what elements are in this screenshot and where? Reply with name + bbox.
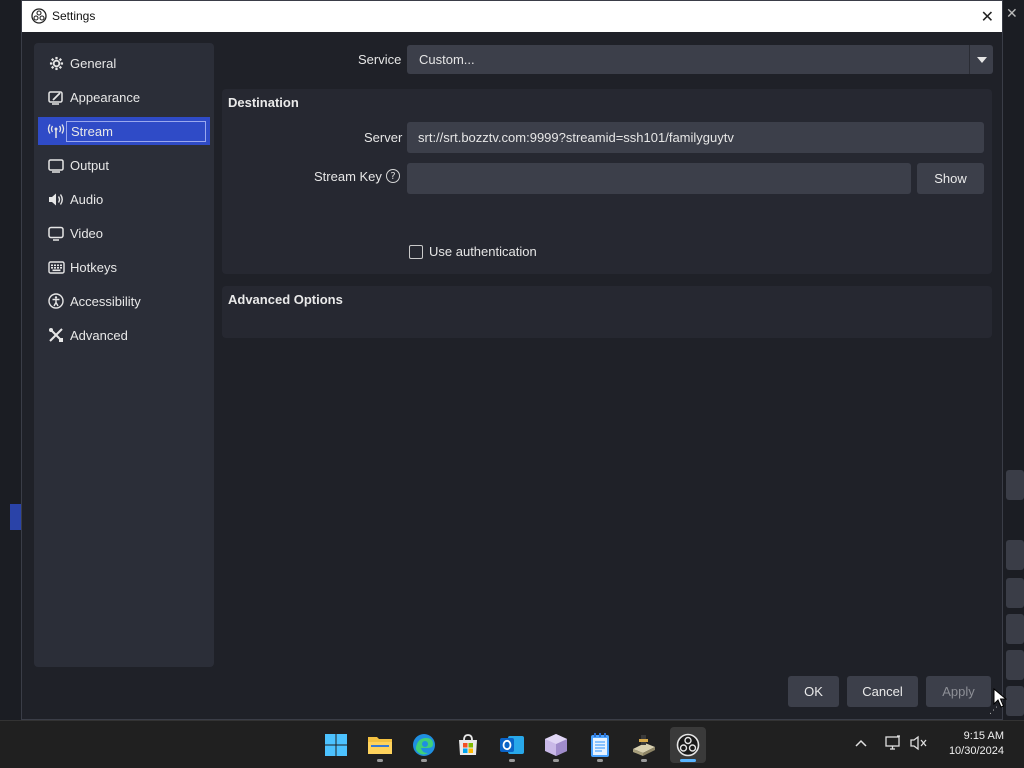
accessibility-icon (45, 293, 67, 309)
background-dock-button (1006, 470, 1024, 500)
tools-icon (45, 327, 67, 343)
background-close-icon: ✕ (1006, 6, 1018, 22)
sidebar-item-appearance[interactable]: Appearance (38, 83, 210, 111)
use-authentication-label[interactable]: Use authentication (429, 244, 537, 259)
running-indicator (641, 759, 647, 762)
outlook-icon[interactable] (494, 727, 530, 763)
server-value: srt://srt.bozztv.com:9999?streamid=ssh10… (418, 130, 734, 145)
sidebar-item-accessibility[interactable]: Accessibility (38, 287, 210, 315)
running-indicator (597, 759, 603, 762)
background-dock-button (1006, 578, 1024, 608)
stream-key-label: Stream Key (314, 169, 382, 184)
antenna-icon (45, 123, 67, 139)
volume-muted-icon[interactable] (910, 735, 928, 755)
speaker-icon (45, 192, 67, 207)
edge-browser-icon[interactable] (406, 727, 442, 763)
obs-taskbar-icon[interactable] (670, 727, 706, 763)
ok-button[interactable]: OK (788, 676, 839, 707)
background-dock-button (1006, 686, 1024, 716)
service-select[interactable]: Custom... (407, 45, 993, 74)
obs-icon (31, 8, 47, 24)
sidebar-item-label: Output (70, 157, 110, 173)
destination-title: Destination (228, 95, 299, 110)
running-indicator (421, 759, 427, 762)
cancel-button[interactable]: Cancel (847, 676, 918, 707)
gear-icon (45, 56, 67, 71)
sidebar-item-stream[interactable]: Stream (38, 117, 210, 145)
clock-time: 9:15 AM (963, 730, 1004, 742)
use-authentication-checkbox[interactable] (409, 245, 423, 259)
sidebar-item-label: Appearance (70, 89, 141, 105)
titlebar: Settings ✕ (22, 1, 1002, 32)
sidebar-item-label: Audio (70, 191, 104, 207)
settings-dialog: Settings ✕ General Appearance Stream Out… (21, 0, 1003, 720)
server-label: Server (364, 130, 403, 145)
network-icon[interactable] (885, 735, 901, 755)
help-icon[interactable]: ? (386, 169, 400, 183)
windows-start-icon[interactable] (318, 727, 354, 763)
background-dock-button (1006, 614, 1024, 644)
microsoft-store-icon[interactable] (450, 727, 486, 763)
show-button[interactable]: Show (917, 163, 984, 194)
window-title: Settings (52, 9, 96, 23)
taskbar-clock[interactable]: 9:15 AM 10/30/2024 (949, 729, 1004, 759)
file-explorer-icon[interactable] (362, 727, 398, 763)
running-indicator (509, 759, 515, 762)
sidebar-item-video[interactable]: Video (38, 219, 210, 247)
server-input[interactable]: srt://srt.bozztv.com:9999?streamid=ssh10… (407, 122, 984, 153)
running-indicator (377, 759, 383, 762)
sidebar-item-general[interactable]: General (38, 49, 210, 77)
service-label: Service (358, 52, 402, 67)
sidebar-item-hotkeys[interactable]: Hotkeys (38, 253, 210, 281)
background-dock-button (1006, 650, 1024, 680)
sidebar-item-audio[interactable]: Audio (38, 185, 210, 213)
running-indicator (680, 759, 696, 762)
chevron-up-icon[interactable] (855, 736, 867, 751)
apply-button[interactable]: Apply (926, 676, 991, 707)
running-indicator (553, 759, 559, 762)
service-value: Custom... (419, 52, 475, 67)
stream-key-input[interactable] (407, 163, 911, 194)
close-icon[interactable]: ✕ (981, 7, 994, 26)
sidebar-item-output[interactable]: Output (38, 151, 210, 179)
notepad-icon[interactable] (582, 727, 618, 763)
clock-date: 10/30/2024 (948, 745, 1004, 757)
chevron-down-icon[interactable] (969, 45, 993, 74)
output-icon (45, 158, 67, 173)
background-left-strip (0, 0, 22, 720)
settings-sidebar: General Appearance Stream Output Audio V… (34, 43, 214, 667)
background-right-strip (1003, 0, 1024, 720)
monitor-icon (45, 226, 67, 241)
sidebar-item-label: General (70, 55, 117, 71)
sidebar-item-label: Advanced (70, 327, 128, 343)
package-icon[interactable] (538, 727, 574, 763)
sidebar-item-advanced[interactable]: Advanced (38, 321, 210, 349)
appearance-icon (45, 90, 67, 105)
sidebar-item-label: Hotkeys (70, 259, 117, 275)
taskbar: 9:15 AM 10/30/2024 (0, 720, 1024, 768)
settings-tool-icon[interactable] (626, 727, 662, 763)
advanced-options-title[interactable]: Advanced Options (228, 292, 343, 307)
keyboard-icon (45, 260, 67, 274)
mouse-cursor-icon (993, 688, 1007, 708)
sidebar-item-label: Accessibility (70, 293, 141, 309)
background-dock-button (1006, 540, 1024, 570)
sidebar-item-label: Video (70, 225, 104, 241)
sidebar-item-label: Stream (66, 120, 206, 142)
